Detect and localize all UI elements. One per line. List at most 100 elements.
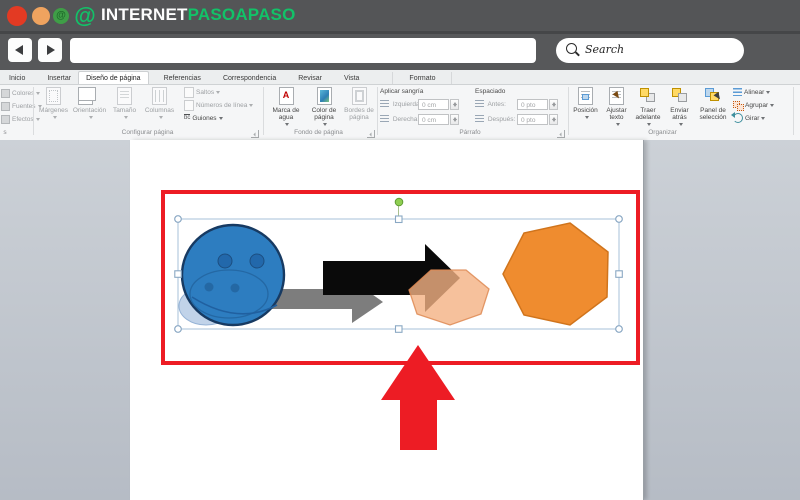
search-box[interactable]: Search <box>556 38 744 63</box>
dropdown-caret-icon <box>761 116 766 120</box>
dropdown-caret-icon <box>678 122 683 126</box>
tab-correspondencia[interactable]: Correspondencia <box>216 72 283 84</box>
window-zoom-icon[interactable]: @ <box>53 8 69 24</box>
indent-left-stepper[interactable] <box>450 99 459 110</box>
traer-adelante-button[interactable]: Traer adelante <box>632 87 664 128</box>
espaciado-header: Espaciado <box>475 88 506 95</box>
window-close-icon[interactable] <box>7 6 27 26</box>
girar-button[interactable]: Girar <box>731 112 766 124</box>
fondo-de-pagina-group-label: Fondo de página <box>294 129 343 136</box>
group-divider <box>793 87 794 135</box>
hyphenation-icon: bc <box>184 114 191 122</box>
tab-vista[interactable]: Vista <box>337 72 366 84</box>
wrap-text-icon <box>609 87 624 105</box>
spin-down-icon <box>551 104 556 107</box>
spacing-before-stepper[interactable] <box>549 99 558 110</box>
ribbon: Colores Fuentes Efectos s Márgenes Orien… <box>0 85 800 141</box>
shapes-canvas <box>161 190 640 450</box>
blue-face-shape[interactable] <box>180 223 286 327</box>
search-icon <box>566 43 577 54</box>
color-de-pagina-button[interactable]: Color de página <box>307 87 341 128</box>
resize-handle-top[interactable] <box>394 215 403 224</box>
resize-handle-right[interactable] <box>615 270 623 278</box>
agrupar-button[interactable]: Agrupar <box>733 100 775 112</box>
page-break-icon <box>184 87 194 98</box>
themes-colors-label: Colores <box>12 90 35 97</box>
resize-handle-bottom-left[interactable] <box>174 325 182 333</box>
dropdown-caret-icon <box>216 91 221 94</box>
large-heptagon-shape[interactable] <box>502 222 609 326</box>
resize-handle-top-left[interactable] <box>174 215 182 223</box>
face-left-nostril <box>204 282 214 292</box>
saltos-button[interactable]: Saltos <box>184 87 221 98</box>
back-button[interactable] <box>8 38 32 62</box>
guiones-button[interactable]: bc Guiones <box>184 113 223 124</box>
ajustar-texto-button[interactable]: Ajustar texto <box>601 87 632 128</box>
spacing-before-field[interactable]: 0 pto <box>517 99 548 110</box>
dropdown-caret-icon <box>766 90 771 94</box>
panel-seleccion-button[interactable]: Panel de selección <box>695 87 731 121</box>
alinear-button[interactable]: Alinear <box>733 87 771 98</box>
face-left-eye <box>217 253 233 269</box>
align-icon <box>733 88 742 97</box>
resize-handle-left[interactable] <box>174 270 182 278</box>
configurar-pagina-dialog-launcher[interactable] <box>251 130 259 138</box>
tamano-button[interactable]: Tamaño <box>108 87 141 121</box>
address-bar[interactable] <box>70 38 536 63</box>
columnas-button[interactable]: Columnas <box>141 87 178 121</box>
spacing-before-icon <box>475 100 484 109</box>
dropdown-caret-icon <box>584 115 589 119</box>
theme-effects-icon <box>1 114 10 124</box>
tab-referencias[interactable]: Referencias <box>157 72 208 84</box>
resize-handle-bottom-right[interactable] <box>615 325 623 333</box>
tab-revisar[interactable]: Revisar <box>291 72 329 84</box>
resize-handle-top-right[interactable] <box>615 215 623 223</box>
columnas-label: Columnas <box>144 107 175 114</box>
forward-button[interactable] <box>38 38 62 62</box>
themes-colors-button[interactable]: Colores <box>1 88 41 99</box>
orientacion-button[interactable]: Orientación <box>71 87 108 121</box>
forward-arrow-icon <box>47 45 55 55</box>
indent-right-stepper[interactable] <box>450 114 459 125</box>
back-arrow-icon <box>15 45 23 55</box>
organizar-group-label: Organizar <box>648 129 677 136</box>
tab-diseno-de-pagina[interactable]: Diseño de página <box>78 71 149 84</box>
small-heptagon-shape[interactable] <box>408 269 490 326</box>
spacing-after-field[interactable]: 0 pto <box>517 114 548 125</box>
group-objects-icon <box>733 101 744 112</box>
theme-colors-icon <box>1 88 10 98</box>
numeros-linea-button[interactable]: Números de línea <box>184 100 254 111</box>
posicion-button[interactable]: Posición <box>570 87 601 121</box>
indent-right-label: Derecha: <box>392 116 420 123</box>
dropdown-caret-icon <box>323 122 327 126</box>
tamano-label: Tamaño <box>112 107 137 114</box>
face-right-eye <box>249 253 265 269</box>
themes-effects-label: Efectos <box>12 116 34 123</box>
bordes-de-pagina-button[interactable]: Bordes de página <box>342 87 376 121</box>
enviar-atras-button[interactable]: Enviar atrás <box>664 87 695 128</box>
parrafo-dialog-launcher[interactable] <box>557 130 565 138</box>
fondo-de-pagina-dialog-launcher[interactable] <box>367 130 375 138</box>
tab-insertar[interactable]: Insertar <box>40 72 78 84</box>
rotation-handle[interactable] <box>394 197 404 207</box>
bordes-de-pagina-label: Bordes de página <box>344 107 374 121</box>
brand-text-green: PASOAPASO <box>187 5 296 24</box>
dropdown-caret-icon <box>218 116 223 120</box>
tab-inicio[interactable]: Inicio <box>2 72 32 84</box>
margenes-button[interactable]: Márgenes <box>36 87 71 121</box>
orientacion-label: Orientación <box>72 107 107 114</box>
indent-left-field[interactable]: 0 cm <box>418 99 449 110</box>
brand-wordmark: INTERNETPASOAPASO <box>101 5 296 25</box>
indent-right-field[interactable]: 0 cm <box>418 114 449 125</box>
document-area <box>0 140 800 500</box>
window-minimize-icon[interactable] <box>32 7 50 25</box>
tab-formato[interactable]: Formato <box>392 72 453 84</box>
spacing-after-stepper[interactable] <box>549 114 558 125</box>
dropdown-caret-icon <box>770 103 775 107</box>
size-icon <box>117 87 132 105</box>
marca-de-agua-button[interactable]: A Marca de agua <box>266 87 306 128</box>
group-divider <box>33 87 34 135</box>
resize-handle-bottom[interactable] <box>394 325 403 333</box>
indent-left-icon <box>380 100 389 109</box>
margins-icon <box>46 87 61 105</box>
